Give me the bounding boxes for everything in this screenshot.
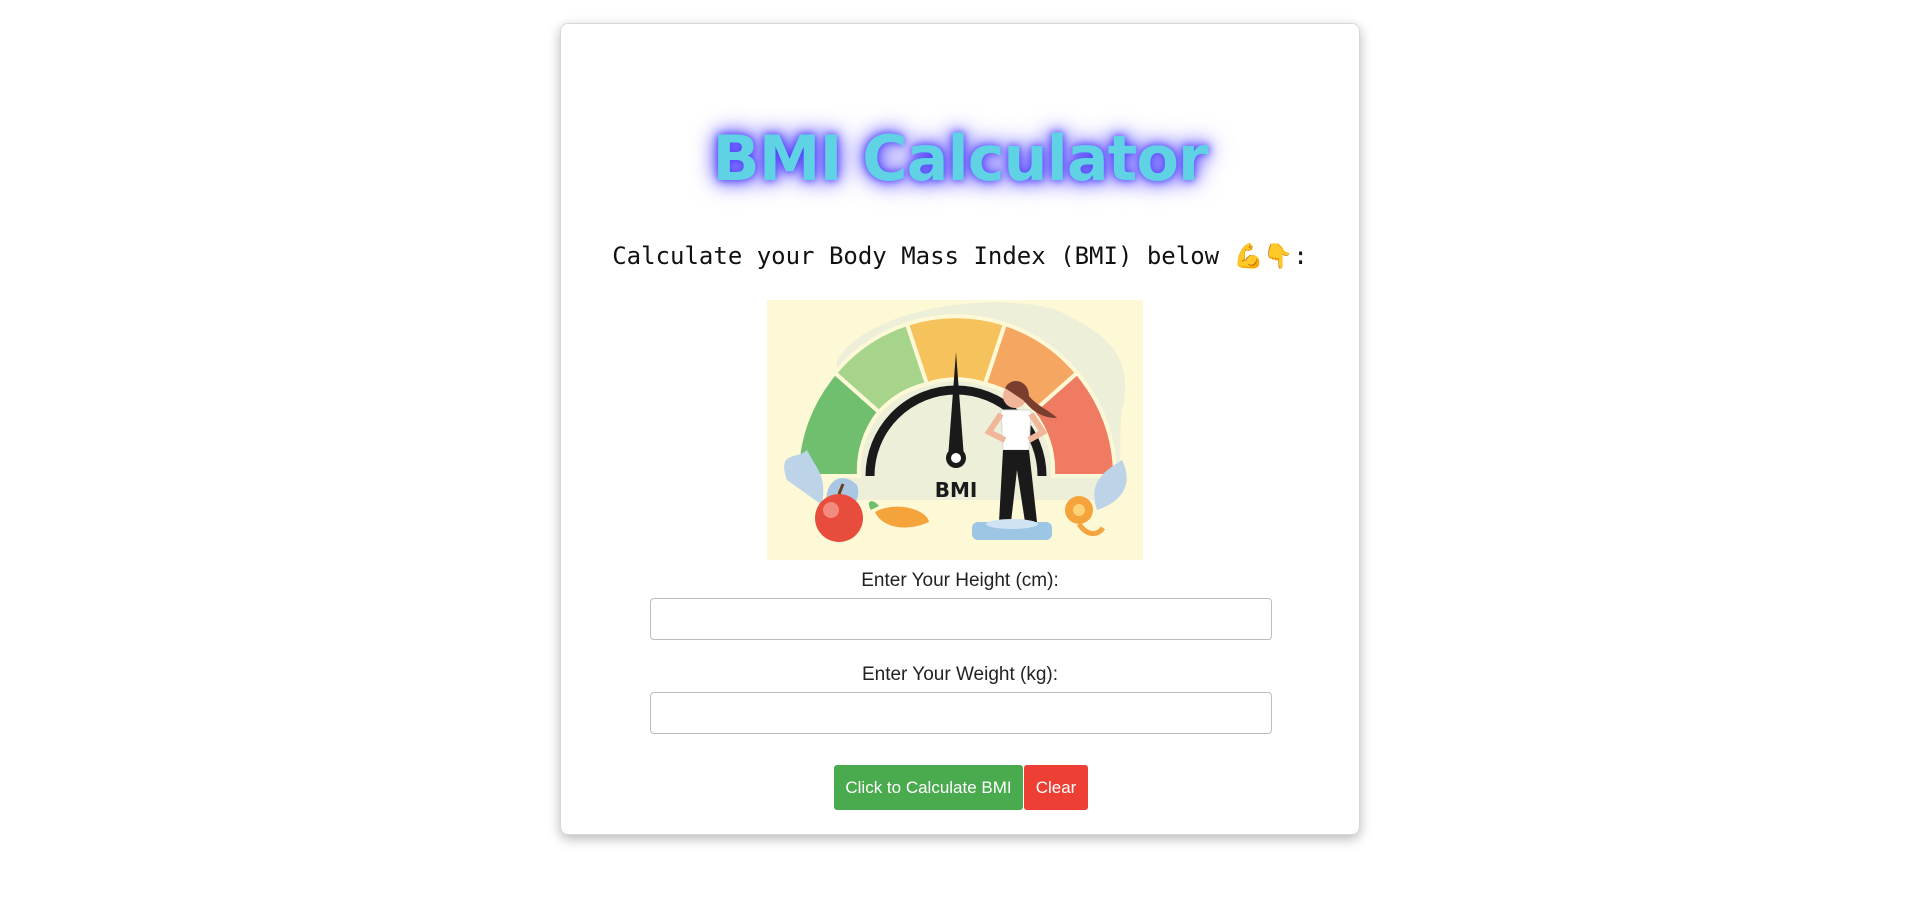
height-input[interactable] — [650, 598, 1272, 640]
subtitle-suffix: : — [1293, 242, 1308, 270]
bmi-gauge-illustration-icon: BMI — [784, 302, 1127, 542]
weight-input[interactable] — [650, 692, 1272, 734]
page-title: BMI Calculator — [712, 122, 1209, 195]
bmi-calculator-card: BMI Calculator Calculate your Body Mass … — [560, 23, 1360, 835]
bmi-illustration: BMI — [767, 300, 1143, 560]
flexed-biceps-pointing-down-icon: 💪👇 — [1233, 242, 1294, 270]
calculate-bmi-button[interactable]: Click to Calculate BMI — [834, 765, 1023, 810]
weight-label: Enter Your Weight (kg): — [861, 664, 1059, 685]
bmi-image-label: BMI — [935, 478, 978, 502]
clear-button[interactable]: Clear — [1024, 765, 1088, 810]
subtitle-text: Calculate your Body Mass Index (BMI) bel… — [612, 242, 1220, 270]
height-label: Enter Your Height (cm): — [861, 570, 1059, 591]
subtitle: Calculate your Body Mass Index (BMI) bel… — [561, 242, 1359, 270]
